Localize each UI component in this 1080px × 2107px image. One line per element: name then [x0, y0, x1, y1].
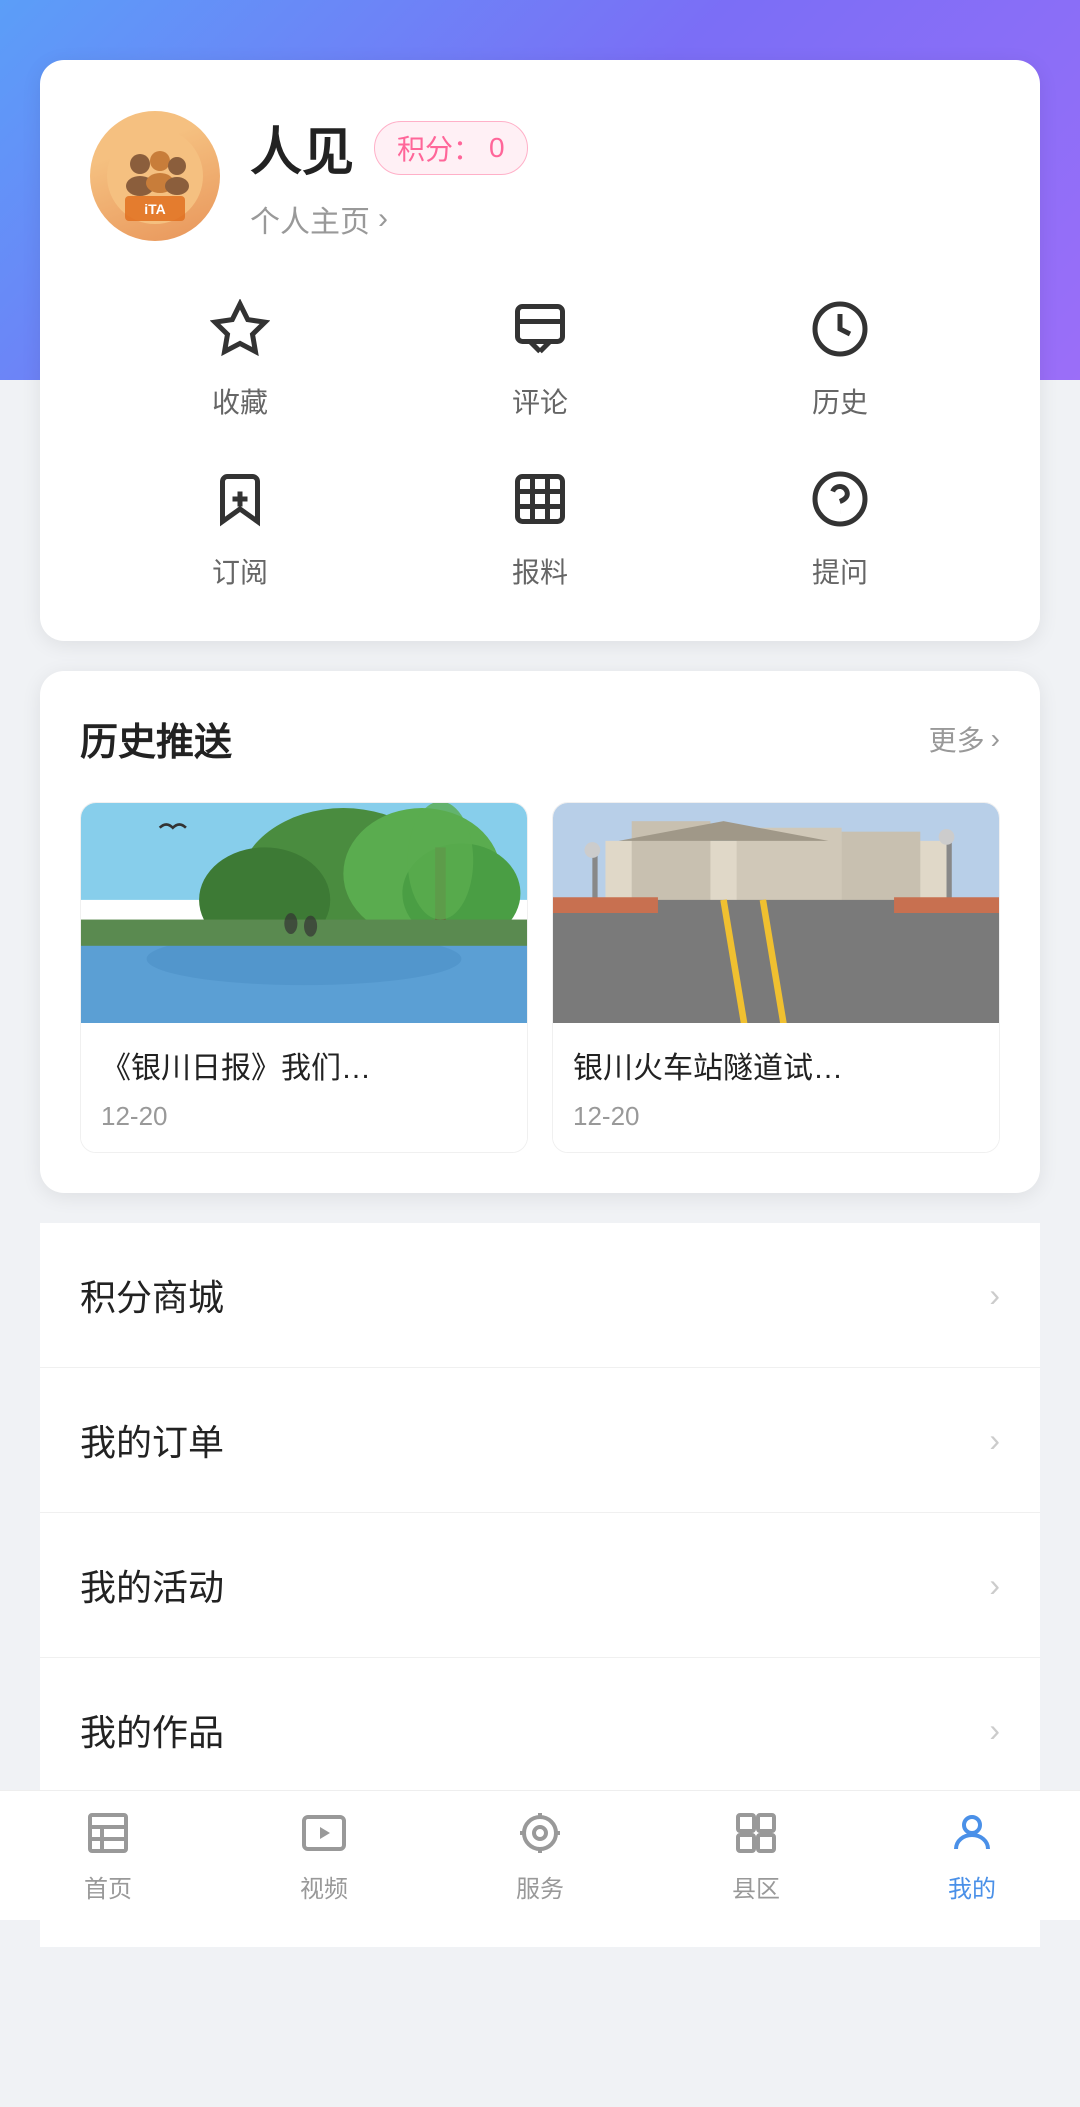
report-button[interactable]: 报料	[390, 461, 690, 591]
profile-name: 人见	[250, 110, 354, 185]
home-icon	[82, 1807, 134, 1859]
news-card-1[interactable]: 《银川日报》我们… 12-20	[80, 802, 528, 1153]
bookmark-plus-icon	[202, 461, 278, 537]
nav-home-label: 首页	[84, 1869, 132, 1904]
district-icon	[730, 1807, 782, 1859]
nav-district[interactable]: 县区	[648, 1791, 864, 1920]
avatar[interactable]: iTA	[90, 111, 220, 241]
bottom-navigation: 首页 视频 服务 县区 我的	[0, 1790, 1080, 1920]
chevron-my-orders-icon: ›	[989, 1422, 1000, 1459]
hash-icon	[502, 461, 578, 537]
my-orders-item[interactable]: 我的订单 ›	[40, 1368, 1040, 1513]
history-button[interactable]: 历史	[690, 291, 990, 421]
points-label: 积分：	[397, 128, 481, 168]
points-value: 0	[489, 132, 505, 164]
favorites-label: 收藏	[212, 381, 268, 421]
nav-mine[interactable]: 我的	[864, 1791, 1080, 1920]
nav-home[interactable]: 首页	[0, 1791, 216, 1920]
chevron-more-icon: ›	[991, 723, 1000, 755]
nav-mine-label: 我的	[948, 1869, 996, 1904]
profile-info: 人见 积分： 0 个人主页 ›	[250, 110, 990, 241]
favorites-button[interactable]: 收藏	[90, 291, 390, 421]
subscribe-button[interactable]: 订阅	[90, 461, 390, 591]
news-card-2[interactable]: 银川火车站隧道试… 12-20	[552, 802, 1000, 1153]
my-works-label: 我的作品	[80, 1704, 224, 1756]
question-button[interactable]: 提问	[690, 461, 990, 591]
clock-icon	[802, 291, 878, 367]
comments-button[interactable]: 评论	[390, 291, 690, 421]
history-section-title: 历史推送	[80, 711, 232, 766]
my-activities-label: 我的活动	[80, 1559, 224, 1611]
news-grid: 《银川日报》我们… 12-20	[80, 802, 1000, 1153]
profile-homepage-link[interactable]: 个人主页 ›	[250, 197, 990, 241]
my-works-item[interactable]: 我的作品 ›	[40, 1658, 1040, 1803]
nav-service[interactable]: 服务	[432, 1791, 648, 1920]
points-mall-item[interactable]: 积分商城 ›	[40, 1223, 1040, 1368]
my-orders-label: 我的订单	[80, 1414, 224, 1466]
my-activities-item[interactable]: 我的活动 ›	[40, 1513, 1040, 1658]
history-label: 历史	[812, 381, 868, 421]
news-title-1: 《银川日报》我们…	[101, 1043, 507, 1087]
nav-service-label: 服务	[516, 1869, 564, 1904]
subscribe-label: 订阅	[212, 551, 268, 591]
chevron-my-works-icon: ›	[989, 1712, 1000, 1749]
comment-icon	[502, 291, 578, 367]
star-icon	[202, 291, 278, 367]
news-date-2: 12-20	[573, 1101, 979, 1132]
action-grid: 收藏 评论 历史 订阅	[90, 291, 990, 591]
more-link[interactable]: 更多 ›	[929, 719, 1000, 759]
nav-video[interactable]: 视频	[216, 1791, 432, 1920]
chevron-my-activities-icon: ›	[989, 1567, 1000, 1604]
profile-card: iTA 人见 积分： 0 个人主页 ›	[40, 60, 1040, 641]
user-icon	[946, 1807, 998, 1859]
chevron-right-icon: ›	[378, 202, 388, 236]
service-icon	[514, 1807, 566, 1859]
svg-text:iTA: iTA	[144, 201, 166, 217]
video-icon	[298, 1807, 350, 1859]
chevron-points-mall-icon: ›	[989, 1277, 1000, 1314]
points-badge: 积分： 0	[374, 121, 528, 175]
nav-video-label: 视频	[300, 1869, 348, 1904]
question-label: 提问	[812, 551, 868, 591]
nav-district-label: 县区	[732, 1869, 780, 1904]
news-date-1: 12-20	[101, 1101, 507, 1132]
comments-label: 评论	[512, 381, 568, 421]
history-section: 历史推送 更多 ›	[40, 671, 1040, 1193]
report-label: 报料	[512, 551, 568, 591]
question-icon	[802, 461, 878, 537]
news-title-2: 银川火车站隧道试…	[573, 1043, 979, 1087]
points-mall-label: 积分商城	[80, 1269, 224, 1321]
